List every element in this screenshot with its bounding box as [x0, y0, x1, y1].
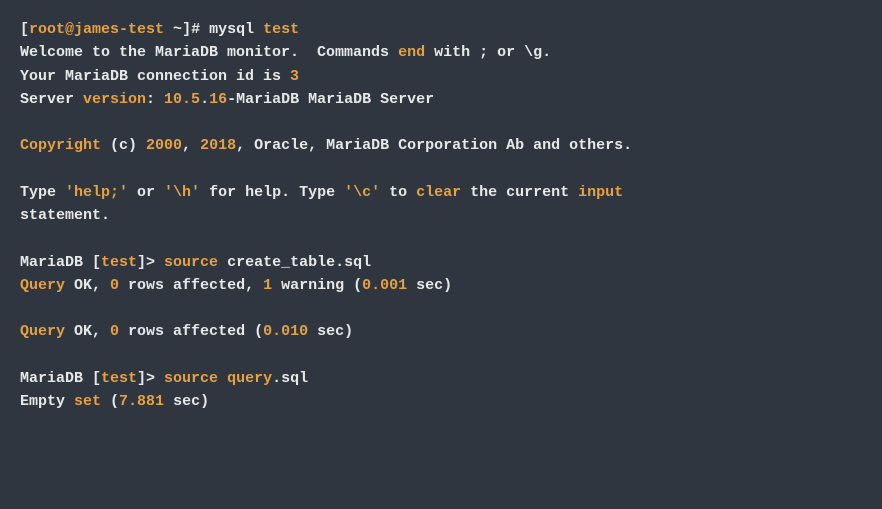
- shell-prompt: [root@james-test ~]#: [20, 21, 209, 38]
- help-line-2: statement.: [20, 207, 110, 224]
- welcome-line-1: Welcome to the MariaDB monitor. Commands…: [20, 44, 551, 61]
- query-result-1: Query OK, 0 rows affected, 1 warning (0.…: [20, 277, 452, 294]
- welcome-line-2: Your MariaDB connection id is 3: [20, 68, 299, 85]
- command-input[interactable]: source query.sql: [164, 370, 308, 387]
- help-line: Type 'help;' or '\h' for help. Type '\c'…: [20, 184, 623, 201]
- copyright-line: Copyright (c) 2000, 2018, Oracle, MariaD…: [20, 137, 632, 154]
- command-input[interactable]: mysql test: [209, 21, 299, 38]
- welcome-line-3: Server version: 10.5.16-MariaDB MariaDB …: [20, 91, 434, 108]
- empty-set-result: Empty set (7.881 sec): [20, 393, 209, 410]
- mariadb-prompt-2: MariaDB [test]>: [20, 370, 164, 387]
- terminal-window: [root@james-test ~]# mysql test Welcome …: [0, 0, 882, 509]
- mariadb-prompt-1: MariaDB [test]>: [20, 254, 164, 271]
- query-result-2: Query OK, 0 rows affected (0.010 sec): [20, 323, 353, 340]
- command-input[interactable]: source create_table.sql: [164, 254, 371, 271]
